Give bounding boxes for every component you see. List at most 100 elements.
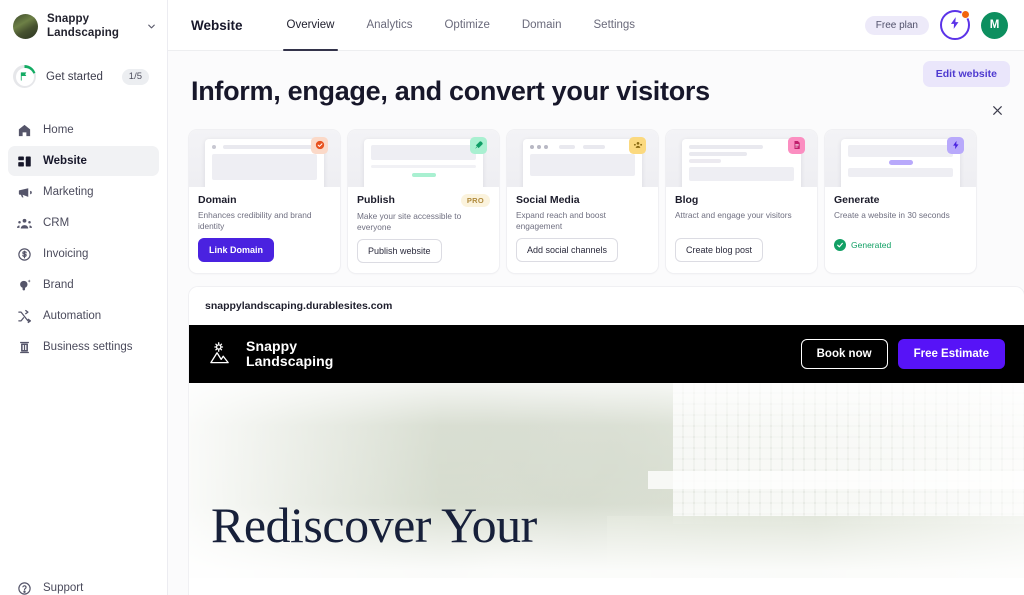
dollar-circle-icon — [16, 246, 32, 262]
generate-status: Generated — [834, 238, 967, 251]
book-now-button[interactable]: Book now — [800, 339, 888, 370]
tab-analytics[interactable]: Analytics — [350, 0, 428, 51]
publish-website-button[interactable]: Publish website — [357, 239, 442, 264]
home-icon — [16, 122, 32, 138]
sidebar-item-automation[interactable]: Automation — [8, 301, 159, 331]
lightning-bolt-icon — [948, 16, 962, 35]
preview-url: snappylandscaping.durablesites.com — [189, 287, 1024, 326]
rocket-icon — [470, 136, 487, 154]
card-description: Expand reach and boost engagement — [516, 209, 606, 232]
app-root: Snappy Landscaping Get started 1/5 Home — [0, 0, 1024, 595]
sidebar-item-crm[interactable]: CRM — [8, 208, 159, 238]
shuffle-icon — [16, 308, 32, 324]
card-description: Make your site accessible to everyone — [357, 210, 462, 233]
sidebar-nav: Home Website Marketing CRM Invoicing Bra… — [0, 115, 167, 362]
sidebar-item-marketing[interactable]: Marketing — [8, 177, 159, 207]
card-blog[interactable]: Blog Attract and engage your visitors Cr… — [666, 129, 817, 274]
card-head: Social Media — [516, 194, 649, 206]
check-circle-icon — [834, 238, 846, 251]
card-thumbnail — [507, 129, 658, 187]
topbar: Website Overview Analytics Optimize Doma… — [168, 0, 1024, 51]
tab-settings[interactable]: Settings — [578, 0, 652, 51]
card-description: Enhances credibility and brand identity — [198, 209, 312, 232]
card-title: Blog — [675, 193, 699, 206]
card-title: Publish — [357, 194, 395, 207]
sidebar-item-brand[interactable]: Brand — [8, 270, 159, 300]
tab-domain[interactable]: Domain — [506, 0, 578, 51]
site-logo-line1: Snappy — [246, 337, 298, 354]
org-name: Snappy Landscaping — [47, 13, 120, 39]
site-hero: Rediscover Your — [189, 383, 1024, 579]
tab-optimize[interactable]: Optimize — [428, 0, 505, 51]
get-started-progress-badge: 1/5 — [121, 68, 149, 85]
pro-badge: PRO — [460, 193, 490, 207]
edit-website-button[interactable]: Edit website — [922, 61, 1010, 87]
sidebar-item-business-settings[interactable]: Business settings — [8, 332, 159, 362]
site-logo-text: Snappy Landscaping — [246, 337, 334, 371]
main-area: Website Overview Analytics Optimize Doma… — [168, 0, 1024, 595]
site-logo-line2: Landscaping — [246, 353, 334, 370]
layout-icon — [16, 153, 32, 169]
page-heading: Inform, engage, and convert your visitor… — [191, 76, 710, 106]
get-started-item[interactable]: Get started 1/5 — [13, 60, 155, 93]
lightning-bolt-icon — [947, 136, 964, 154]
mini-browser-mock — [205, 138, 324, 187]
card-social-media[interactable]: Social Media Expand reach and boost enga… — [507, 129, 658, 274]
site-actions: Book now Free Estimate — [800, 339, 1005, 370]
sidebar-item-label: Invoicing — [43, 248, 89, 260]
add-social-channels-button[interactable]: Add social channels — [516, 238, 619, 263]
card-domain[interactable]: Domain Enhances credibility and brand id… — [189, 129, 340, 274]
notification-dot — [961, 10, 970, 19]
close-icon[interactable] — [986, 99, 1008, 121]
sidebar-item-home[interactable]: Home — [8, 115, 159, 145]
chevron-down-icon — [145, 21, 157, 32]
upgrade-button[interactable] — [940, 10, 970, 40]
card-head: Generate — [834, 194, 967, 206]
sidebar-item-label: Marketing — [43, 186, 94, 198]
org-avatar — [13, 13, 38, 39]
sidebar-item-label: Support — [43, 582, 84, 594]
document-icon — [788, 136, 805, 154]
org-switcher[interactable]: Snappy Landscaping — [0, 0, 167, 50]
flag-icon — [13, 65, 36, 88]
globe-check-icon — [311, 136, 328, 154]
tab-overview[interactable]: Overview — [271, 0, 351, 51]
page-title: Website — [191, 17, 243, 33]
hero-title: Rediscover Your — [211, 497, 537, 554]
sidebar-item-invoicing[interactable]: Invoicing — [8, 239, 159, 269]
sidebar-item-label: Website — [43, 155, 87, 167]
card-body: Publish PRO Make your site accessible to… — [348, 187, 499, 273]
free-estimate-button[interactable]: Free Estimate — [897, 339, 1005, 370]
card-head: Blog — [675, 194, 808, 206]
card-publish[interactable]: Publish PRO Make your site accessible to… — [348, 129, 499, 274]
brand-sparkle-icon — [16, 277, 32, 293]
sidebar-item-label: CRM — [43, 217, 70, 229]
sidebar-item-label: Automation — [43, 310, 102, 322]
onboarding-cards: Domain Enhances credibility and brand id… — [168, 108, 1024, 274]
topbar-actions: Free plan M — [864, 10, 1008, 40]
card-head: Domain — [198, 194, 331, 206]
card-thumbnail — [348, 129, 499, 187]
card-title: Social Media — [516, 193, 580, 206]
mountain-sun-icon — [208, 340, 236, 368]
card-head: Publish PRO — [357, 193, 490, 207]
status-label: Generated — [851, 239, 892, 250]
social-group-icon — [629, 136, 646, 154]
card-thumbnail — [189, 129, 340, 187]
sidebar-item-label: Home — [43, 124, 74, 136]
sidebar: Snappy Landscaping Get started 1/5 Home — [0, 0, 168, 595]
sidebar-item-website[interactable]: Website — [8, 146, 159, 176]
preview-site-nav: Snappy Landscaping Book now Free Estimat… — [189, 325, 1024, 384]
plan-badge[interactable]: Free plan — [864, 15, 929, 35]
avatar[interactable]: M — [981, 11, 1008, 39]
sidebar-item-support[interactable]: Support — [8, 573, 159, 595]
card-title: Generate — [834, 193, 880, 206]
create-blog-post-button[interactable]: Create blog post — [675, 237, 764, 262]
help-circle-icon — [16, 580, 32, 595]
link-domain-button[interactable]: Link Domain — [198, 238, 275, 263]
card-generate[interactable]: Generate Create a website in 30 seconds … — [825, 129, 976, 274]
website-preview[interactable]: snappylandscaping.durablesites.com Snapp… — [189, 287, 1024, 595]
card-body: Social Media Expand reach and boost enga… — [507, 187, 658, 273]
mini-browser-mock — [682, 138, 801, 187]
sidebar-item-label: Business settings — [43, 341, 133, 353]
